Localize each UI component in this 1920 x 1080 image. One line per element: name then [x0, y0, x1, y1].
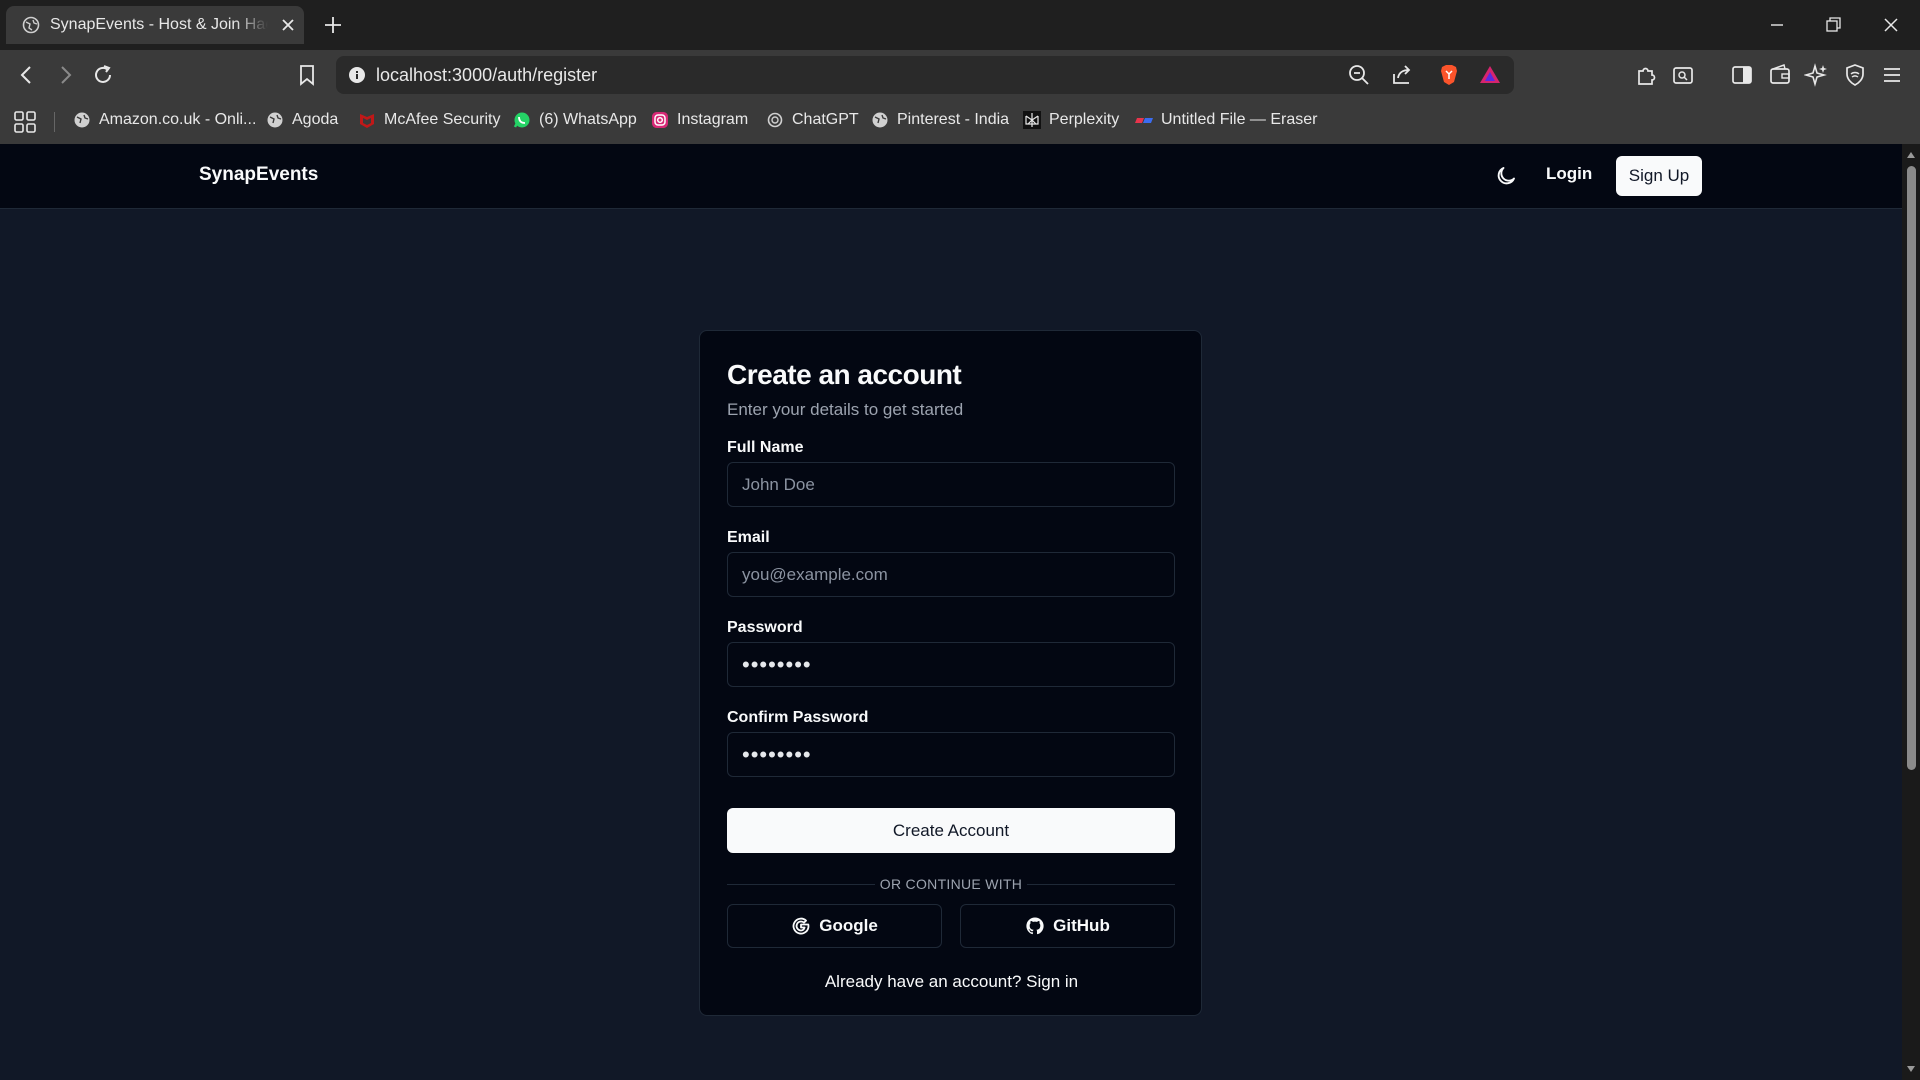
browser-tab[interactable]: SynapEvents - Host & Join Hackathons — [6, 6, 304, 44]
github-label: GitHub — [1053, 916, 1110, 935]
url-text[interactable]: localhost:3000/auth/register — [376, 65, 597, 86]
share-icon[interactable] — [1389, 62, 1415, 88]
bookmark-label: ChatGPT — [792, 111, 859, 128]
google-icon — [792, 917, 810, 935]
bookmark-perplexity[interactable]: Perplexity — [1023, 111, 1119, 129]
vpn-icon[interactable] — [1842, 62, 1868, 88]
bookmark-whatsapp[interactable]: (6) WhatsApp — [513, 111, 637, 129]
confirm-password-input[interactable]: •••••••• — [727, 732, 1175, 777]
globe-icon — [74, 112, 90, 128]
password-label: Password — [727, 619, 803, 636]
bookmark-instagram[interactable]: Instagram — [651, 111, 748, 129]
fullname-label: Full Name — [727, 439, 804, 456]
bookmark-label: Perplexity — [1049, 111, 1120, 128]
google-button[interactable]: Google — [727, 904, 942, 948]
page-scrollbar[interactable] — [1902, 144, 1920, 1080]
github-icon — [1026, 917, 1044, 935]
close-window-icon[interactable] — [1878, 12, 1904, 38]
instagram-icon — [652, 112, 668, 128]
divider-text: OR CONTINUE WITH — [879, 876, 1023, 892]
wallet-icon[interactable] — [1767, 62, 1793, 88]
bookmark-label: Amazon.co.uk - Onli... — [99, 111, 257, 128]
signup-button[interactable]: Sign Up — [1616, 156, 1702, 196]
fullname-input[interactable] — [727, 462, 1175, 507]
globe-icon — [22, 16, 40, 34]
site-navbar: SynapEvents Login Sign Up — [0, 144, 1902, 209]
back-icon[interactable] — [14, 62, 40, 88]
login-link[interactable]: Login — [1546, 164, 1592, 184]
brand-logo[interactable]: SynapEvents — [199, 164, 318, 186]
menu-icon[interactable] — [1879, 62, 1905, 88]
signin-prompt: Already have an account? Sign in — [700, 972, 1203, 992]
signin-link[interactable]: Already have an account? Sign in — [825, 972, 1078, 991]
email-label: Email — [727, 529, 770, 546]
mcafee-icon — [360, 114, 374, 128]
scroll-up-icon[interactable] — [1906, 150, 1916, 160]
forward-icon[interactable] — [52, 62, 78, 88]
whatsapp-icon — [513, 112, 530, 128]
new-tab-icon[interactable] — [322, 14, 344, 36]
address-bar[interactable]: localhost:3000/auth/register — [336, 56, 1514, 94]
bookmark-label: Untitled File — Eraser — [1161, 111, 1318, 128]
chatgpt-icon — [767, 112, 783, 128]
restore-icon[interactable] — [1820, 12, 1846, 38]
form-title: Create an account — [727, 359, 962, 390]
page-viewport: SynapEvents Login Sign Up Create an acco… — [0, 144, 1902, 1080]
theme-toggle-moon-icon[interactable] — [1494, 164, 1518, 188]
bookmarks-separator — [54, 112, 55, 132]
brave-rewards-icon[interactable] — [1477, 62, 1503, 88]
or-divider: OR CONTINUE WITH — [727, 874, 1175, 894]
extensions-icon[interactable] — [1634, 62, 1660, 88]
bookmark-amazon[interactable]: Amazon.co.uk - Onli... — [73, 111, 256, 129]
bookmark-pinterest[interactable]: Pinterest - India — [871, 111, 1009, 129]
reload-icon[interactable] — [90, 62, 116, 88]
bookmark-agoda[interactable]: Agoda — [266, 111, 338, 129]
bookmark-label: McAfee Security — [384, 111, 501, 128]
bookmark-label: Pinterest - India — [897, 111, 1010, 128]
bookmark-page-icon[interactable] — [294, 62, 320, 88]
bookmark-chatgpt[interactable]: ChatGPT — [766, 111, 859, 129]
create-account-button[interactable]: Create Account — [727, 808, 1175, 853]
bookmark-eraser[interactable]: Untitled File — Eraser — [1135, 111, 1318, 129]
email-input[interactable] — [727, 552, 1175, 597]
browser-toolbar: localhost:3000/auth/register — [0, 50, 1920, 100]
globe-icon — [872, 112, 888, 128]
site-info-icon[interactable] — [348, 66, 366, 84]
bookmark-label: (6) WhatsApp — [539, 111, 637, 128]
form-subtitle: Enter your details to get started — [727, 400, 964, 419]
bookmarks-bar: Amazon.co.uk - Onli... Agoda McAfee Secu… — [0, 100, 1920, 145]
globe-icon — [267, 112, 283, 128]
register-card: Create an account Enter your details to … — [699, 330, 1202, 1016]
github-button[interactable]: GitHub — [960, 904, 1175, 948]
bookmark-label: Instagram — [677, 111, 749, 128]
password-input[interactable]: •••••••• — [727, 642, 1175, 687]
perplexity-icon — [1023, 111, 1041, 129]
close-tab-icon[interactable] — [280, 17, 296, 33]
apps-icon[interactable] — [12, 109, 38, 135]
browser-tabbar: SynapEvents - Host & Join Hackathons — [0, 0, 1920, 50]
tab-search-icon[interactable] — [1670, 62, 1696, 88]
confirm-password-label: Confirm Password — [727, 709, 869, 726]
minimize-icon[interactable] — [1764, 12, 1790, 38]
tab-title: SynapEvents - Host & Join Hackathons — [50, 16, 268, 33]
sidebar-icon[interactable] — [1729, 62, 1755, 88]
eraser-icon — [1135, 118, 1153, 123]
google-label: Google — [819, 916, 878, 935]
scroll-down-icon[interactable] — [1906, 1064, 1916, 1074]
bookmark-label: Agoda — [292, 111, 339, 128]
leo-ai-icon[interactable] — [1804, 62, 1830, 88]
zoom-icon[interactable] — [1346, 62, 1372, 88]
bookmark-mcafee[interactable]: McAfee Security — [358, 111, 500, 129]
scrollbar-thumb[interactable] — [1907, 166, 1916, 770]
brave-shields-icon[interactable] — [1436, 62, 1462, 88]
